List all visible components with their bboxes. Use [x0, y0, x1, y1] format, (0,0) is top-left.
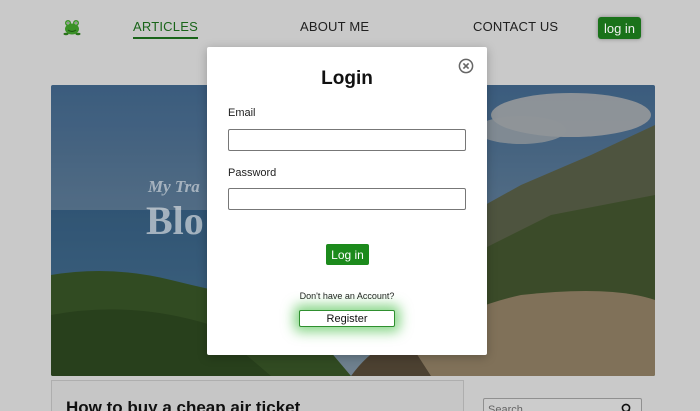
- login-submit-button[interactable]: Log in: [326, 244, 369, 265]
- no-account-text: Don't have an Account?: [299, 291, 395, 301]
- modal-title: Login: [321, 68, 373, 89]
- password-field[interactable]: [228, 188, 466, 210]
- close-circle-icon[interactable]: [458, 58, 474, 74]
- password-label: Password: [228, 167, 277, 179]
- email-label: Email: [228, 107, 256, 119]
- email-field[interactable]: [228, 129, 466, 151]
- register-button[interactable]: Register: [299, 310, 395, 327]
- login-modal: Login Email Password Log in Don't have a…: [207, 47, 487, 355]
